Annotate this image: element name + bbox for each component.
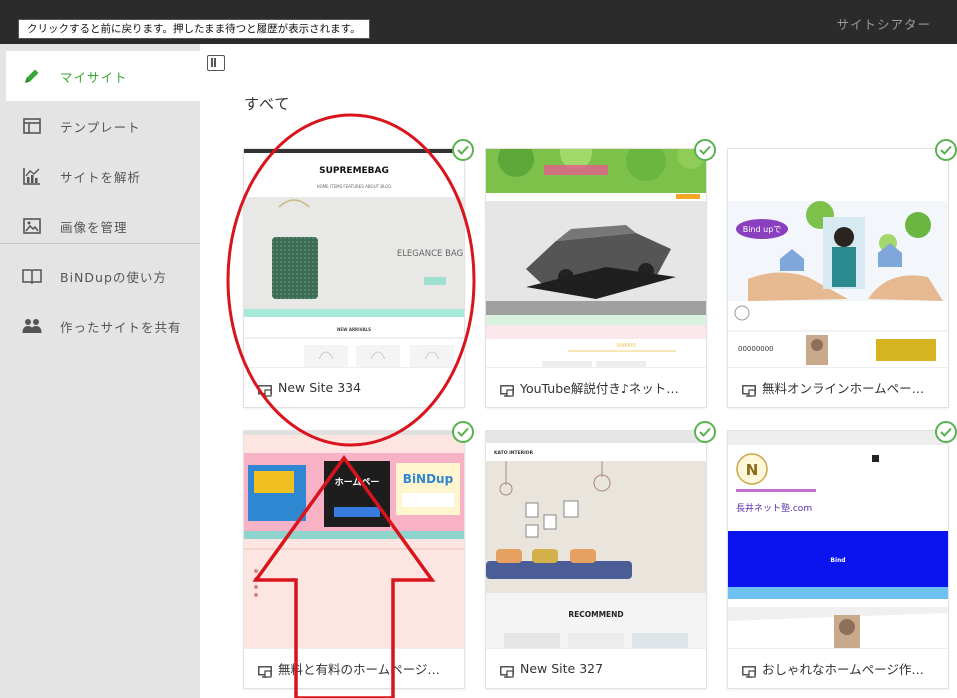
thumb-section: NEW ARRIVALS: [337, 327, 371, 332]
site-card[interactable]: ホームペー BiNDup 無料と有料のホームページ…: [244, 431, 464, 688]
chart-icon: [20, 166, 44, 186]
sidebar-toggle-button[interactable]: [207, 55, 225, 71]
site-thumbnail: N 長井ネット塾.com Bind: [728, 431, 948, 648]
site-card[interactable]: N 長井ネット塾.com Bind おしゃれなホームページ作…: [728, 431, 948, 688]
site-thumbnail: SUPREMEBAG HOME ITEMS FEATURES ABOUT BLO…: [244, 149, 464, 367]
site-thumbnail: Bind upで 00000000: [728, 149, 948, 367]
monitor-icon: [742, 382, 756, 397]
sidebar-item-label: BiNDupの使い方: [60, 269, 167, 285]
site-card-footer: 無料と有料のホームページ…: [244, 648, 464, 688]
check-icon: [694, 139, 716, 161]
thumb-brand: KATO INTERIOR: [494, 450, 534, 456]
site-card-footer: New Site 327: [486, 648, 706, 688]
sidebar: マイサイト テンプレート サイトを解析 画像を管理 BiNDupの使い方 作った…: [0, 44, 200, 698]
sidebar-item-label: サイトを解析: [60, 169, 142, 185]
check-icon: [452, 139, 474, 161]
sidebar-item-label: 作ったサイトを共有: [60, 319, 182, 335]
site-card-footer: YouTube解説付き♪ネット…: [486, 367, 706, 407]
site-card-name: 無料と有料のホームページ…: [278, 662, 440, 677]
monitor-icon: [258, 382, 272, 397]
template-icon: [20, 116, 44, 136]
site-card[interactable]: KATO INTERIOR RECOMMEND New Site 327: [486, 431, 706, 688]
site-card-name: New Site 327: [520, 661, 604, 676]
thumb-label: 000000: [616, 343, 635, 349]
check-icon: [452, 421, 474, 443]
sidebar-item-how-to-use[interactable]: BiNDupの使い方: [0, 251, 200, 301]
sidebar-item-label: テンプレート: [60, 119, 141, 135]
users-icon: [20, 316, 44, 336]
thumb-brand: SUPREMEBAG: [319, 166, 389, 176]
sidebar-item-my-sites[interactable]: マイサイト: [6, 51, 200, 101]
site-card-name: 無料オンラインホームペー…: [762, 381, 925, 396]
thumb-logo: N: [746, 461, 759, 479]
site-card-name: おしゃれなホームページ作…: [762, 662, 924, 677]
site-card-footer: おしゃれなホームページ作…: [728, 648, 948, 688]
thumb-band: Bind: [830, 557, 845, 564]
site-card-footer: 無料オンラインホームペー…: [728, 367, 948, 407]
sidebar-item-templates[interactable]: テンプレート: [0, 101, 200, 151]
svg-text:ホームペー: ホームペー: [335, 477, 380, 488]
site-card-name: YouTube解説付き♪ネット…: [520, 381, 679, 396]
monitor-icon: [500, 382, 514, 397]
app-root: サイトシアター クリックすると前に戻ります。押したまま待つと履歴が表示されます。…: [0, 0, 957, 698]
top-bar: サイトシアター クリックすると前に戻ります。押したまま待つと履歴が表示されます。: [0, 0, 957, 44]
image-icon: [20, 216, 44, 236]
site-card-name: New Site 334: [278, 380, 362, 395]
pencil-icon: [20, 66, 44, 86]
site-thumbnail: ホームペー BiNDup: [244, 431, 464, 648]
thumb-nav: HOME ITEMS FEATURES ABOUT BLOG: [317, 184, 392, 189]
sidebar-item-label: マイサイト: [60, 69, 128, 85]
thumb-bubble: Bind upで: [743, 225, 782, 234]
monitor-icon: [742, 663, 756, 678]
site-card-footer: New Site 334: [244, 367, 464, 407]
section-title: すべて: [244, 95, 291, 113]
site-card[interactable]: SUPREMEBAG HOME ITEMS FEATURES ABOUT BLO…: [244, 149, 464, 407]
check-icon: [935, 421, 957, 443]
book-icon: [20, 266, 44, 286]
site-card[interactable]: Bind upで 00000000 無料オンラインホームペー…: [728, 149, 948, 407]
sidebar-item-share[interactable]: 作ったサイトを共有: [0, 301, 200, 351]
thumb-label: 00000000: [738, 345, 774, 353]
thumb-hero-text: ELEGANCE BAG: [397, 249, 463, 259]
check-icon: [694, 421, 716, 443]
thumb-section: RECOMMEND: [568, 610, 623, 619]
sidebar-item-analytics[interactable]: サイトを解析: [0, 151, 200, 201]
site-thumbnail: KATO INTERIOR RECOMMEND: [486, 431, 706, 648]
check-icon: [935, 139, 957, 161]
back-button-tooltip: クリックすると前に戻ります。押したまま待つと履歴が表示されます。: [18, 19, 370, 39]
sidebar-divider: [0, 243, 200, 244]
app-title: サイトシアター: [836, 17, 931, 32]
monitor-icon: [258, 663, 272, 678]
thumb-logo: BiNDup: [403, 472, 454, 486]
site-card[interactable]: 000000 YouTube解説付き♪ネット…: [486, 149, 706, 407]
sidebar-item-label: 画像を管理: [60, 219, 128, 235]
site-thumbnail: 000000: [486, 149, 706, 367]
monitor-icon: [500, 663, 514, 678]
thumb-title: 長井ネット塾.com: [736, 502, 812, 514]
